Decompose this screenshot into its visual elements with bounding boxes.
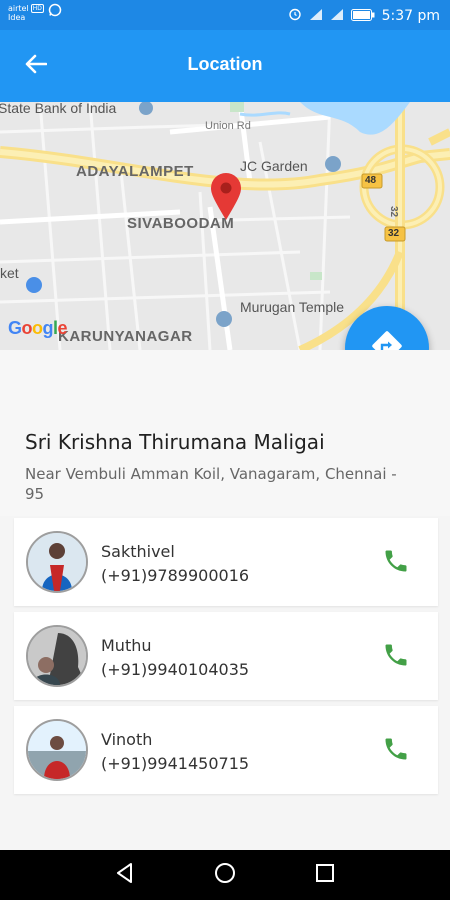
contact-phone: (+91)9940104035 — [101, 660, 250, 679]
map-label-jc-garden: JC Garden — [240, 158, 308, 174]
phone-icon — [382, 547, 410, 580]
page-title: Location — [187, 54, 263, 74]
status-right: 5:37 pm — [288, 7, 440, 24]
call-button[interactable] — [376, 640, 416, 674]
whatsapp-icon — [48, 3, 62, 22]
route-label-32: 32 — [388, 205, 400, 218]
contact-name: Sakthivel — [101, 542, 175, 561]
route-shield-32: 32 — [388, 228, 400, 239]
contact-card[interactable]: Sakthivel (+91)9789900016 — [14, 518, 438, 606]
battery-icon — [350, 8, 375, 24]
google-logo: Google — [8, 318, 68, 338]
contact-name: Muthu — [101, 636, 152, 655]
avatar — [26, 531, 88, 593]
map-label-sivaboodam: SIVABOODAM — [127, 215, 235, 232]
phone-icon — [382, 641, 410, 674]
contact-card[interactable]: Muthu (+91)9940104035 — [14, 612, 438, 700]
signal-icon — [309, 8, 323, 24]
map-label-bank: State Bank of India — [0, 102, 117, 116]
system-nav-bar — [0, 850, 450, 900]
status-left: airtel HD Idea — [8, 3, 62, 22]
nav-back-button[interactable] — [110, 862, 140, 889]
carrier-info: airtel HD Idea — [8, 3, 44, 22]
app-bar: Location — [0, 30, 450, 102]
circle-home-icon — [214, 862, 236, 889]
venue-address: Near Vembuli Amman Koil, Vanagaram, Chen… — [25, 465, 397, 503]
nav-home-button[interactable] — [210, 862, 240, 889]
nav-recents-button[interactable] — [310, 863, 340, 887]
status-bar: airtel HD Idea 5:37 pm — [0, 0, 450, 30]
contact-name: Vinoth — [101, 730, 153, 749]
status-time: 5:37 pm — [381, 7, 440, 24]
call-button[interactable] — [376, 734, 416, 768]
map-label-adayalampet: ADAYALAMPET — [76, 163, 194, 180]
alarm-icon — [288, 7, 302, 24]
hd-badge: HD — [30, 3, 44, 13]
avatar — [26, 719, 88, 781]
contact-phone: (+91)9941450715 — [101, 754, 250, 773]
contact-card[interactable]: Vinoth (+91)9941450715 — [14, 706, 438, 794]
carrier-name-secondary: Idea — [8, 12, 26, 22]
route-shield-48: 48 — [365, 175, 377, 186]
venue-details: Sri Krishna Thirumana Maligai Near Vembu… — [0, 350, 450, 516]
map-label-murugan-temple: Murugan Temple — [240, 299, 345, 315]
carrier-name: airtel — [8, 3, 29, 13]
venue-name: Sri Krishna Thirumana Maligai — [25, 430, 325, 454]
phone-icon — [382, 735, 410, 768]
avatar — [26, 625, 88, 687]
signal-icon-2 — [330, 8, 344, 24]
call-button[interactable] — [376, 546, 416, 580]
map-label-karunyanagar: KARUNYANAGAR — [58, 328, 193, 345]
map-label-market: ket — [0, 265, 19, 281]
square-recents-icon — [315, 863, 335, 888]
contact-phone: (+91)9789900016 — [101, 566, 250, 585]
map-label-union-rd: Union Rd — [205, 120, 251, 132]
triangle-back-icon — [114, 862, 136, 889]
